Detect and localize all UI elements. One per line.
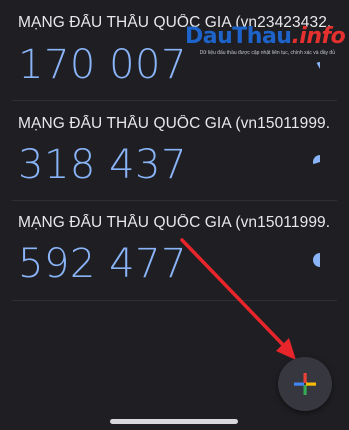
add-account-button[interactable]: [278, 357, 332, 411]
plus-icon: [294, 373, 316, 395]
home-indicator[interactable]: [110, 419, 238, 424]
